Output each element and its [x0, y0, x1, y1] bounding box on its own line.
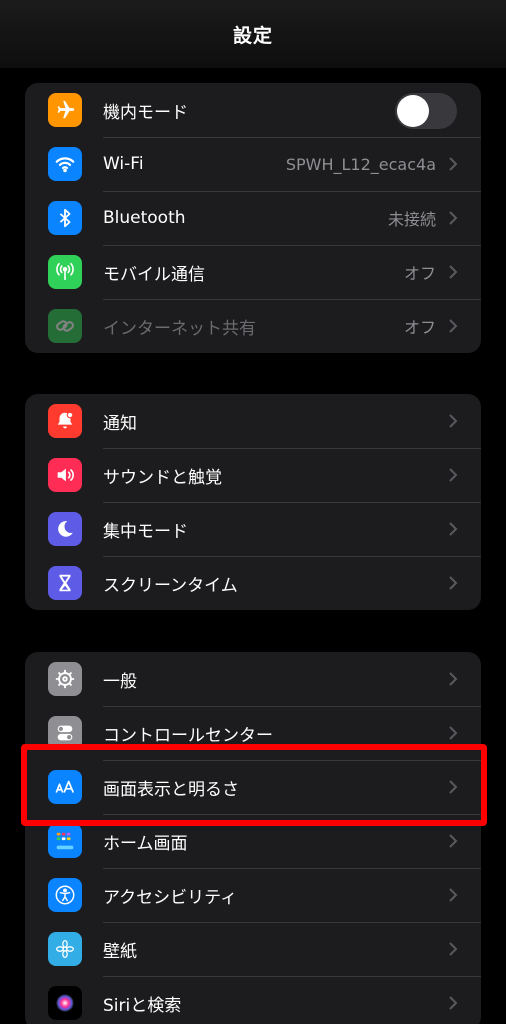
settings-group-notifications: 通知 サウンドと触覚 集中モード スクリーンタイム: [25, 394, 481, 610]
settings-group-general: 一般 コントロールセンター 画面表示と明るさ ホーム画面 アクセシビリティ 壁紙: [25, 652, 481, 1024]
settings-row-airplane-mode[interactable]: 機内モード: [25, 83, 481, 137]
settings-row-label: インターネット共有: [103, 318, 256, 339]
settings-row-general[interactable]: 一般: [25, 652, 481, 706]
airplane-mode-toggle[interactable]: [395, 93, 457, 129]
settings-row-siri-search[interactable]: Siriと検索: [25, 976, 481, 1024]
settings-row-label: モバイル通信: [103, 264, 205, 285]
chevron-right-icon: [449, 780, 458, 794]
settings-row-wallpaper[interactable]: 壁紙: [25, 922, 481, 976]
settings-row-label: 画面表示と明るさ: [103, 779, 239, 800]
chevron-right-icon: [449, 996, 458, 1010]
settings-row-label: アクセシビリティ: [103, 887, 238, 908]
wifi-icon: [48, 147, 82, 181]
settings-row-label: 機内モード: [103, 102, 188, 123]
flower-icon: [48, 932, 82, 966]
page-title: 設定: [232, 24, 273, 47]
chevron-right-icon: [449, 265, 458, 279]
settings-row-label: 一般: [103, 671, 137, 692]
hotspot-status: オフ: [403, 318, 436, 337]
speaker-icon: [48, 458, 82, 492]
settings-row-sounds-haptics[interactable]: サウンドと触覚: [25, 448, 481, 502]
chevron-right-icon: [449, 319, 458, 333]
settings-row-focus[interactable]: 集中モード: [25, 502, 481, 556]
toggle-knob: [397, 95, 429, 127]
settings-row-control-center[interactable]: コントロールセンター: [25, 706, 481, 760]
wifi-network-name: SPWH_L12_ecac4a: [285, 154, 436, 174]
bluetooth-status: 未接続: [387, 210, 436, 229]
settings-row-notifications[interactable]: 通知: [25, 394, 481, 448]
chevron-right-icon: [449, 834, 458, 848]
settings-row-label: 通知: [103, 413, 137, 434]
settings-row-accessibility[interactable]: アクセシビリティ: [25, 868, 481, 922]
bell-icon: [48, 404, 82, 438]
chevron-right-icon: [449, 942, 458, 956]
chevron-right-icon: [449, 468, 458, 482]
chevron-right-icon: [449, 888, 458, 902]
settings-row-display-brightness[interactable]: 画面表示と明るさ: [25, 760, 481, 814]
settings-row-label: Siriと検索: [103, 995, 182, 1016]
settings-row-label: 集中モード: [103, 521, 188, 542]
settings-row-label: 壁紙: [103, 941, 137, 962]
settings-row-screen-time[interactable]: スクリーンタイム: [25, 556, 481, 610]
settings-row-label: コントロールセンター: [103, 725, 273, 746]
text-size-icon: [48, 770, 82, 804]
chevron-right-icon: [449, 157, 458, 171]
settings-row-cellular[interactable]: モバイル通信 オフ: [25, 245, 481, 299]
siri-icon: [48, 986, 82, 1020]
settings-row-label: スクリーンタイム: [103, 575, 238, 596]
navigation-bar: 設定: [0, 0, 506, 68]
settings-row-home-screen[interactable]: ホーム画面: [25, 814, 481, 868]
switches-icon: [48, 716, 82, 750]
settings-row-label: ホーム画面: [103, 833, 188, 854]
settings-row-personal-hotspot[interactable]: インターネット共有 オフ: [25, 299, 481, 353]
chevron-right-icon: [449, 672, 458, 686]
chevron-right-icon: [449, 211, 458, 225]
chevron-right-icon: [449, 726, 458, 740]
hourglass-icon: [48, 566, 82, 600]
cellular-status: オフ: [403, 264, 436, 283]
settings-row-label: サウンドと触覚: [103, 467, 222, 488]
accessibility-icon: [48, 878, 82, 912]
chevron-right-icon: [449, 522, 458, 536]
moon-icon: [48, 512, 82, 546]
gear-icon: [48, 662, 82, 696]
settings-row-label: Wi-Fi: [103, 154, 144, 174]
settings-row-label: Bluetooth: [103, 208, 186, 228]
airplane-icon: [48, 93, 82, 127]
antenna-icon: [48, 255, 82, 289]
chevron-right-icon: [449, 414, 458, 428]
home-grid-icon: [48, 824, 82, 858]
bluetooth-icon: [48, 201, 82, 235]
settings-row-bluetooth[interactable]: Bluetooth 未接続: [25, 191, 481, 245]
settings-group-connectivity: 機内モード Wi-Fi SPWH_L12_ecac4a Bluetooth 未接…: [25, 83, 481, 353]
chevron-right-icon: [449, 576, 458, 590]
link-chain-icon: [48, 309, 82, 343]
settings-row-wifi[interactable]: Wi-Fi SPWH_L12_ecac4a: [25, 137, 481, 191]
